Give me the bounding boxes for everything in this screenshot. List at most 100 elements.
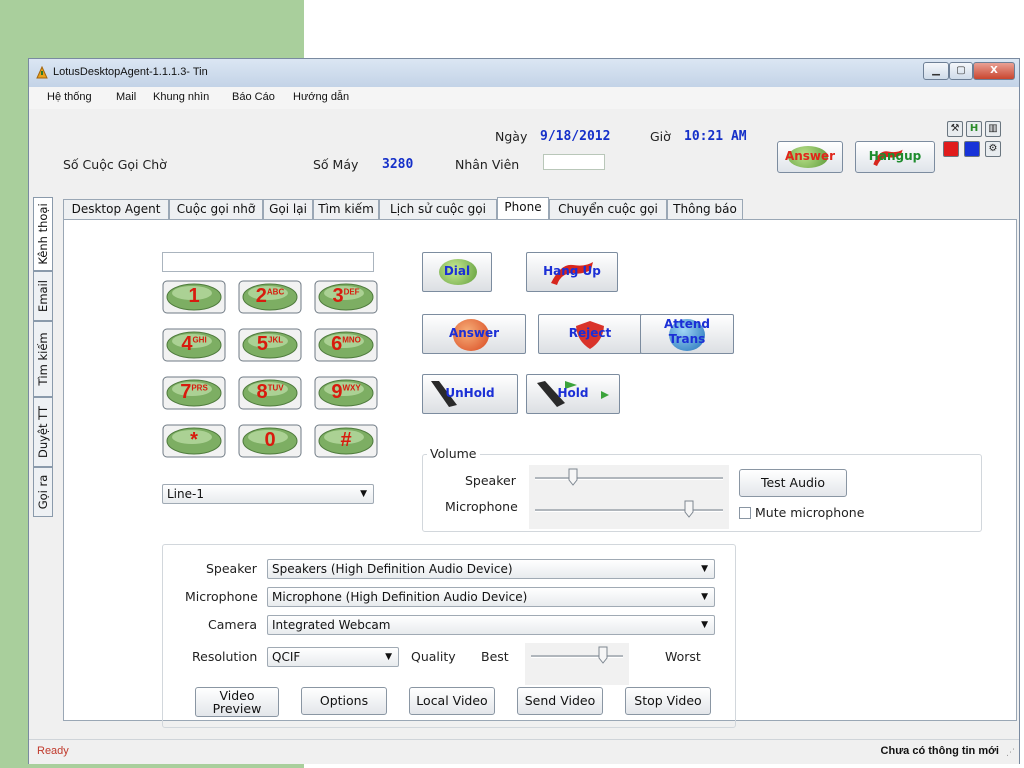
hangup-top-label: Hangup [868,149,922,163]
volume-mic-label: Microphone [445,499,518,514]
mic-device-select[interactable]: Microphone (High Definition Audio Device… [267,587,715,607]
keypad-key-8[interactable]: 8TUV [238,376,302,410]
time-value: 10:21 AM [684,129,747,144]
record-icon[interactable] [943,141,959,157]
keypad-key-9[interactable]: 9WXY [314,376,378,410]
book-icon[interactable]: ▥ [985,121,1001,137]
camera-label: Camera [208,617,258,632]
device-mic-label: Microphone [185,589,258,604]
mute-microphone-label: Mute microphone [755,505,865,520]
status-blue-icon[interactable] [964,141,980,157]
keypad-key-4[interactable]: 4GHI [162,328,226,362]
window-title: LotusDesktopAgent-1.1.1.3- Tin [53,66,208,78]
menu-help[interactable]: Hướng dẫn [293,91,349,103]
speaker-volume-track [535,477,723,480]
camera-select[interactable]: Integrated Webcam ▼ [267,615,715,635]
reject-button[interactable]: Reject [538,314,642,354]
mic-volume-track [535,509,723,512]
keypad-key-3[interactable]: 3DEF [314,280,378,314]
tab-notifications[interactable]: Thông báo [667,199,743,219]
device-group: Speaker Speakers (High Definition Audio … [162,544,736,728]
quality-slider[interactable] [598,646,608,664]
extension-label: Số Máy [313,157,359,172]
mic-volume-slider[interactable] [684,500,694,518]
send-video-button[interactable]: Send Video [517,687,603,715]
tab-transfer[interactable]: Chuyển cuộc gọi [549,199,667,219]
volume-speaker-label: Speaker [465,473,516,488]
quality-track [531,655,623,658]
device-speaker-label: Speaker [206,561,257,576]
mute-microphone-checkbox[interactable] [739,507,751,519]
dial-button[interactable]: Dial [422,252,492,292]
keypad-key-2[interactable]: 2ABC [238,280,302,314]
hangup-button[interactable]: Hang Up [526,252,618,292]
info-bar: Ngày 9/18/2012 Giờ 10:21 AM Số Cuộc Gọi … [29,109,1019,193]
resolution-select[interactable]: QCIF ▼ [267,647,399,667]
phone-panel: 1 2ABC 3DEF 4GHI 5JKL 6MNO 7PRS 8TUV 9WXY * 0 # Lin… [63,219,1017,728]
side-tab-approve[interactable]: Duyệt TT [33,397,53,467]
attend-transfer-button[interactable]: Attend Trans [640,314,734,354]
menu-system[interactable]: Hệ thống [47,91,92,103]
minimize-button[interactable]: ▁ [923,62,949,80]
title-bar: LotusDesktopAgent-1.1.1.3- Tin ▁ ▢ X [29,59,1019,87]
menu-bar: Hệ thống Mail Khung nhìn Báo Cáo Hướng d… [29,87,1019,109]
tab-search[interactable]: Tìm kiếm [313,199,379,219]
side-tab-email[interactable]: Email [33,271,53,321]
answer-button[interactable]: Answer [422,314,526,354]
unhold-button[interactable]: UnHold [422,374,518,414]
side-tab-outbound[interactable]: Gọi ra [33,467,53,517]
close-button[interactable]: X [973,62,1015,80]
local-video-button[interactable]: Local Video [409,687,495,715]
agent-field[interactable] [543,154,605,170]
status-ready: Ready [37,745,69,757]
settings-icon[interactable]: ⚙ [985,141,1001,157]
keypad-key-7[interactable]: 7PRS [162,376,226,410]
keypad-key-hash[interactable]: # [314,424,378,458]
test-audio-button[interactable]: Test Audio [739,469,847,497]
volume-legend: Volume [427,446,480,461]
quality-best-label: Best [481,649,509,664]
hold-button[interactable]: Hold [526,374,620,414]
side-tab-voice[interactable]: Kênh thoại [33,197,53,271]
tab-call-back[interactable]: Gọi lại [263,199,313,219]
queue-label: Số Cuộc Gọi Chờ [63,157,167,172]
answer-top-button[interactable]: Answer [777,141,843,173]
tab-phone[interactable]: Phone [497,197,549,220]
h-icon[interactable]: H [966,121,982,137]
volume-group: Volume Speaker Microphone Test Audio Mut… [422,446,982,532]
hangup-top-button[interactable]: Hangup [855,141,935,173]
menu-report[interactable]: Báo Cáo [232,91,275,103]
extension-value: 3280 [382,157,414,172]
agent-label: Nhân Viên [455,157,520,172]
keypad-key-6[interactable]: 6MNO [314,328,378,362]
menu-mail[interactable]: Mail [116,91,136,103]
side-tab-search[interactable]: Tìm kiếm [33,321,53,397]
video-preview-button[interactable]: Video Preview [195,687,279,717]
keypad-key-5[interactable]: 5JKL [238,328,302,362]
resize-grip-icon[interactable]: ⋰ [1006,748,1015,758]
app-window: LotusDesktopAgent-1.1.1.3- Tin ▁ ▢ X Hệ … [28,58,1020,764]
keypad-key-star[interactable]: * [162,424,226,458]
stop-video-button[interactable]: Stop Video [625,687,711,715]
keypad-key-1[interactable]: 1 [162,280,226,314]
status-bar: Ready Chưa có thông tin mới ⋰ [29,739,1019,764]
speaker-volume-slider[interactable] [568,468,578,486]
tab-call-history[interactable]: Lịch sử cuộc gọi [379,199,497,219]
keypad-key-0[interactable]: 0 [238,424,302,458]
app-icon [36,66,48,79]
line-select[interactable]: Line-1 ▼ [162,484,374,504]
options-button[interactable]: Options [301,687,387,715]
date-label: Ngày [495,129,528,144]
tools-icon[interactable]: ⚒ [947,121,963,137]
speaker-device-select[interactable]: Speakers (High Definition Audio Device) ▼ [267,559,715,579]
tab-desktop-agent[interactable]: Desktop Agent [63,199,169,219]
maximize-button[interactable]: ▢ [949,62,973,80]
dial-number-input[interactable] [162,252,374,272]
menu-view[interactable]: Khung nhìn [153,91,209,103]
tab-missed-calls[interactable]: Cuộc gọi nhỡ [169,199,263,219]
time-label: Giờ [650,129,671,144]
status-message: Chưa có thông tin mới [880,745,999,757]
resolution-label: Resolution [192,649,258,664]
quality-worst-label: Worst [665,649,701,664]
date-value: 9/18/2012 [540,129,611,144]
